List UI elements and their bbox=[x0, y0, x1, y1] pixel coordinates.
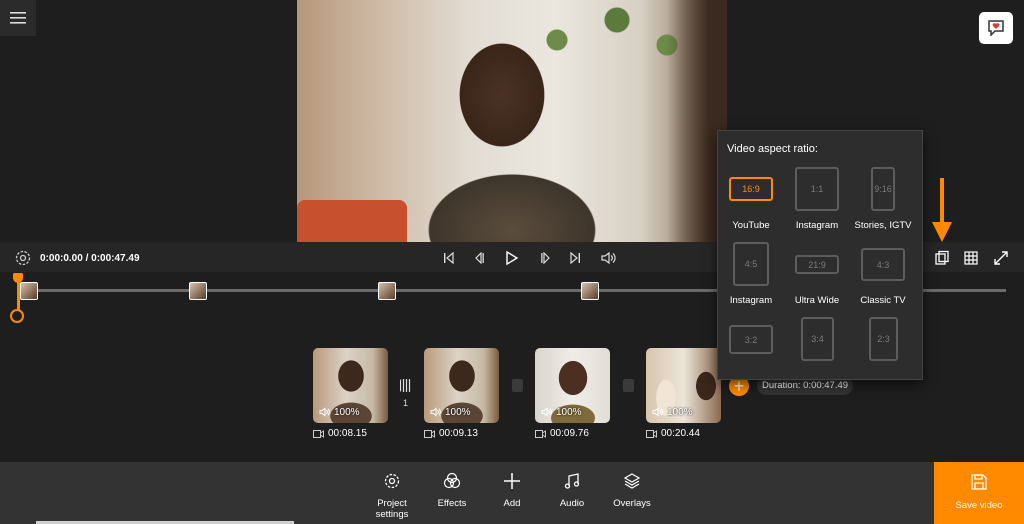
clip-volume: 100% bbox=[424, 401, 499, 423]
transition-button[interactable] bbox=[623, 379, 634, 392]
timeline-clip-marker[interactable] bbox=[189, 282, 207, 300]
aspect-3-4-option[interactable]: 3:4 bbox=[801, 317, 834, 361]
timeline-clip-marker[interactable] bbox=[378, 282, 396, 300]
playhead-knob[interactable] bbox=[10, 309, 24, 323]
previous-frame-button[interactable] bbox=[469, 249, 489, 267]
save-video-button[interactable]: Save video bbox=[934, 462, 1024, 524]
clip-volume: 100% bbox=[535, 401, 610, 423]
overlays-button[interactable]: Overlays bbox=[607, 472, 657, 509]
effects-icon bbox=[443, 472, 461, 489]
clip-duration: 00:09.76 bbox=[535, 428, 589, 439]
feedback-button[interactable] bbox=[979, 12, 1013, 44]
speaker-icon bbox=[541, 407, 552, 417]
aspect-21-9-option[interactable]: 21:9 bbox=[795, 255, 839, 274]
gear-icon bbox=[15, 250, 31, 266]
clip-4[interactable]: 100% bbox=[646, 348, 721, 423]
clip-1[interactable]: 100% bbox=[313, 348, 388, 423]
transition-count: 1 bbox=[403, 398, 409, 408]
aspect-9-16-label: Stories, IGTV bbox=[854, 220, 912, 231]
clip-volume: 100% bbox=[313, 401, 388, 423]
audio-button[interactable]: Audio bbox=[547, 472, 597, 509]
clip-duration: 00:20.44 bbox=[646, 428, 700, 439]
fullscreen-button[interactable] bbox=[991, 248, 1011, 268]
heart-chat-icon bbox=[988, 20, 1004, 36]
time-display: 0:00:0.00 / 0:00:47.49 bbox=[40, 253, 140, 264]
skip-to-start-button[interactable] bbox=[439, 249, 459, 267]
gear-icon bbox=[384, 473, 400, 489]
playhead[interactable] bbox=[17, 280, 20, 310]
video-camera-icon bbox=[535, 429, 546, 438]
grid-icon bbox=[964, 251, 978, 265]
skip-end-icon bbox=[570, 252, 580, 264]
add-button[interactable]: Add bbox=[487, 472, 537, 509]
aspect-4-3-option[interactable]: 4:3 bbox=[861, 248, 905, 281]
timeline-clip-marker[interactable] bbox=[581, 282, 599, 300]
aspect-4-5-option[interactable]: 4:5 bbox=[733, 242, 769, 286]
aspect-popup-title: Video aspect ratio: bbox=[727, 143, 818, 155]
effects-button[interactable]: Effects bbox=[427, 472, 477, 509]
playhead-handle[interactable] bbox=[13, 273, 23, 283]
aspect-ratio-popup: Video aspect ratio: 16:9 YouTube 1:1 Ins… bbox=[717, 130, 923, 380]
clip-volume: 100% bbox=[646, 401, 721, 423]
player-settings-button[interactable] bbox=[14, 249, 32, 267]
video-camera-icon bbox=[646, 429, 657, 438]
expand-icon bbox=[994, 251, 1008, 265]
annotation-arrow-icon bbox=[932, 178, 952, 242]
next-frame-button[interactable] bbox=[536, 249, 556, 267]
aspect-3-2-option[interactable]: 3:2 bbox=[729, 325, 773, 354]
music-note-icon bbox=[564, 473, 580, 489]
grid-button[interactable] bbox=[961, 248, 981, 268]
clip-3[interactable]: 100% bbox=[535, 348, 610, 423]
video-camera-icon bbox=[313, 429, 324, 438]
step-forward-icon bbox=[541, 252, 550, 264]
aspect-4-3-label: Classic TV bbox=[860, 295, 906, 306]
project-settings-button[interactable]: Project settings bbox=[367, 472, 417, 520]
clip-duration: 00:08.15 bbox=[313, 428, 367, 439]
hamburger-icon bbox=[10, 12, 26, 24]
transition-button[interactable] bbox=[400, 379, 411, 392]
speaker-icon bbox=[652, 407, 663, 417]
skip-start-icon bbox=[444, 252, 454, 264]
speaker-icon bbox=[601, 251, 616, 265]
volume-button[interactable] bbox=[599, 249, 619, 267]
skip-to-end-button[interactable] bbox=[565, 249, 585, 267]
speaker-icon bbox=[430, 407, 441, 417]
clip-2[interactable]: 100% bbox=[424, 348, 499, 423]
video-camera-icon bbox=[424, 429, 435, 438]
transition-button[interactable] bbox=[512, 379, 523, 392]
aspect-2-3-option[interactable]: 2:3 bbox=[869, 317, 898, 361]
step-back-icon bbox=[475, 252, 484, 264]
layers-icon bbox=[623, 473, 641, 489]
plus-icon bbox=[504, 473, 520, 489]
clip-duration: 00:09.13 bbox=[424, 428, 478, 439]
aspect-9-16-option[interactable]: 9:16 bbox=[871, 167, 895, 211]
floppy-disk-icon bbox=[971, 474, 987, 490]
play-button[interactable] bbox=[502, 249, 522, 267]
timeline-clip-marker[interactable] bbox=[20, 282, 38, 300]
aspect-ratio-button[interactable] bbox=[932, 248, 952, 268]
speaker-icon bbox=[319, 407, 330, 417]
video-preview bbox=[297, 0, 727, 242]
menu-button[interactable] bbox=[0, 0, 36, 36]
aspect-16-9-option[interactable]: 16:9 bbox=[729, 177, 773, 201]
play-icon bbox=[506, 251, 519, 265]
aspect-ratio-icon bbox=[935, 250, 949, 265]
aspect-1-1-option[interactable]: 1:1 bbox=[795, 167, 839, 211]
